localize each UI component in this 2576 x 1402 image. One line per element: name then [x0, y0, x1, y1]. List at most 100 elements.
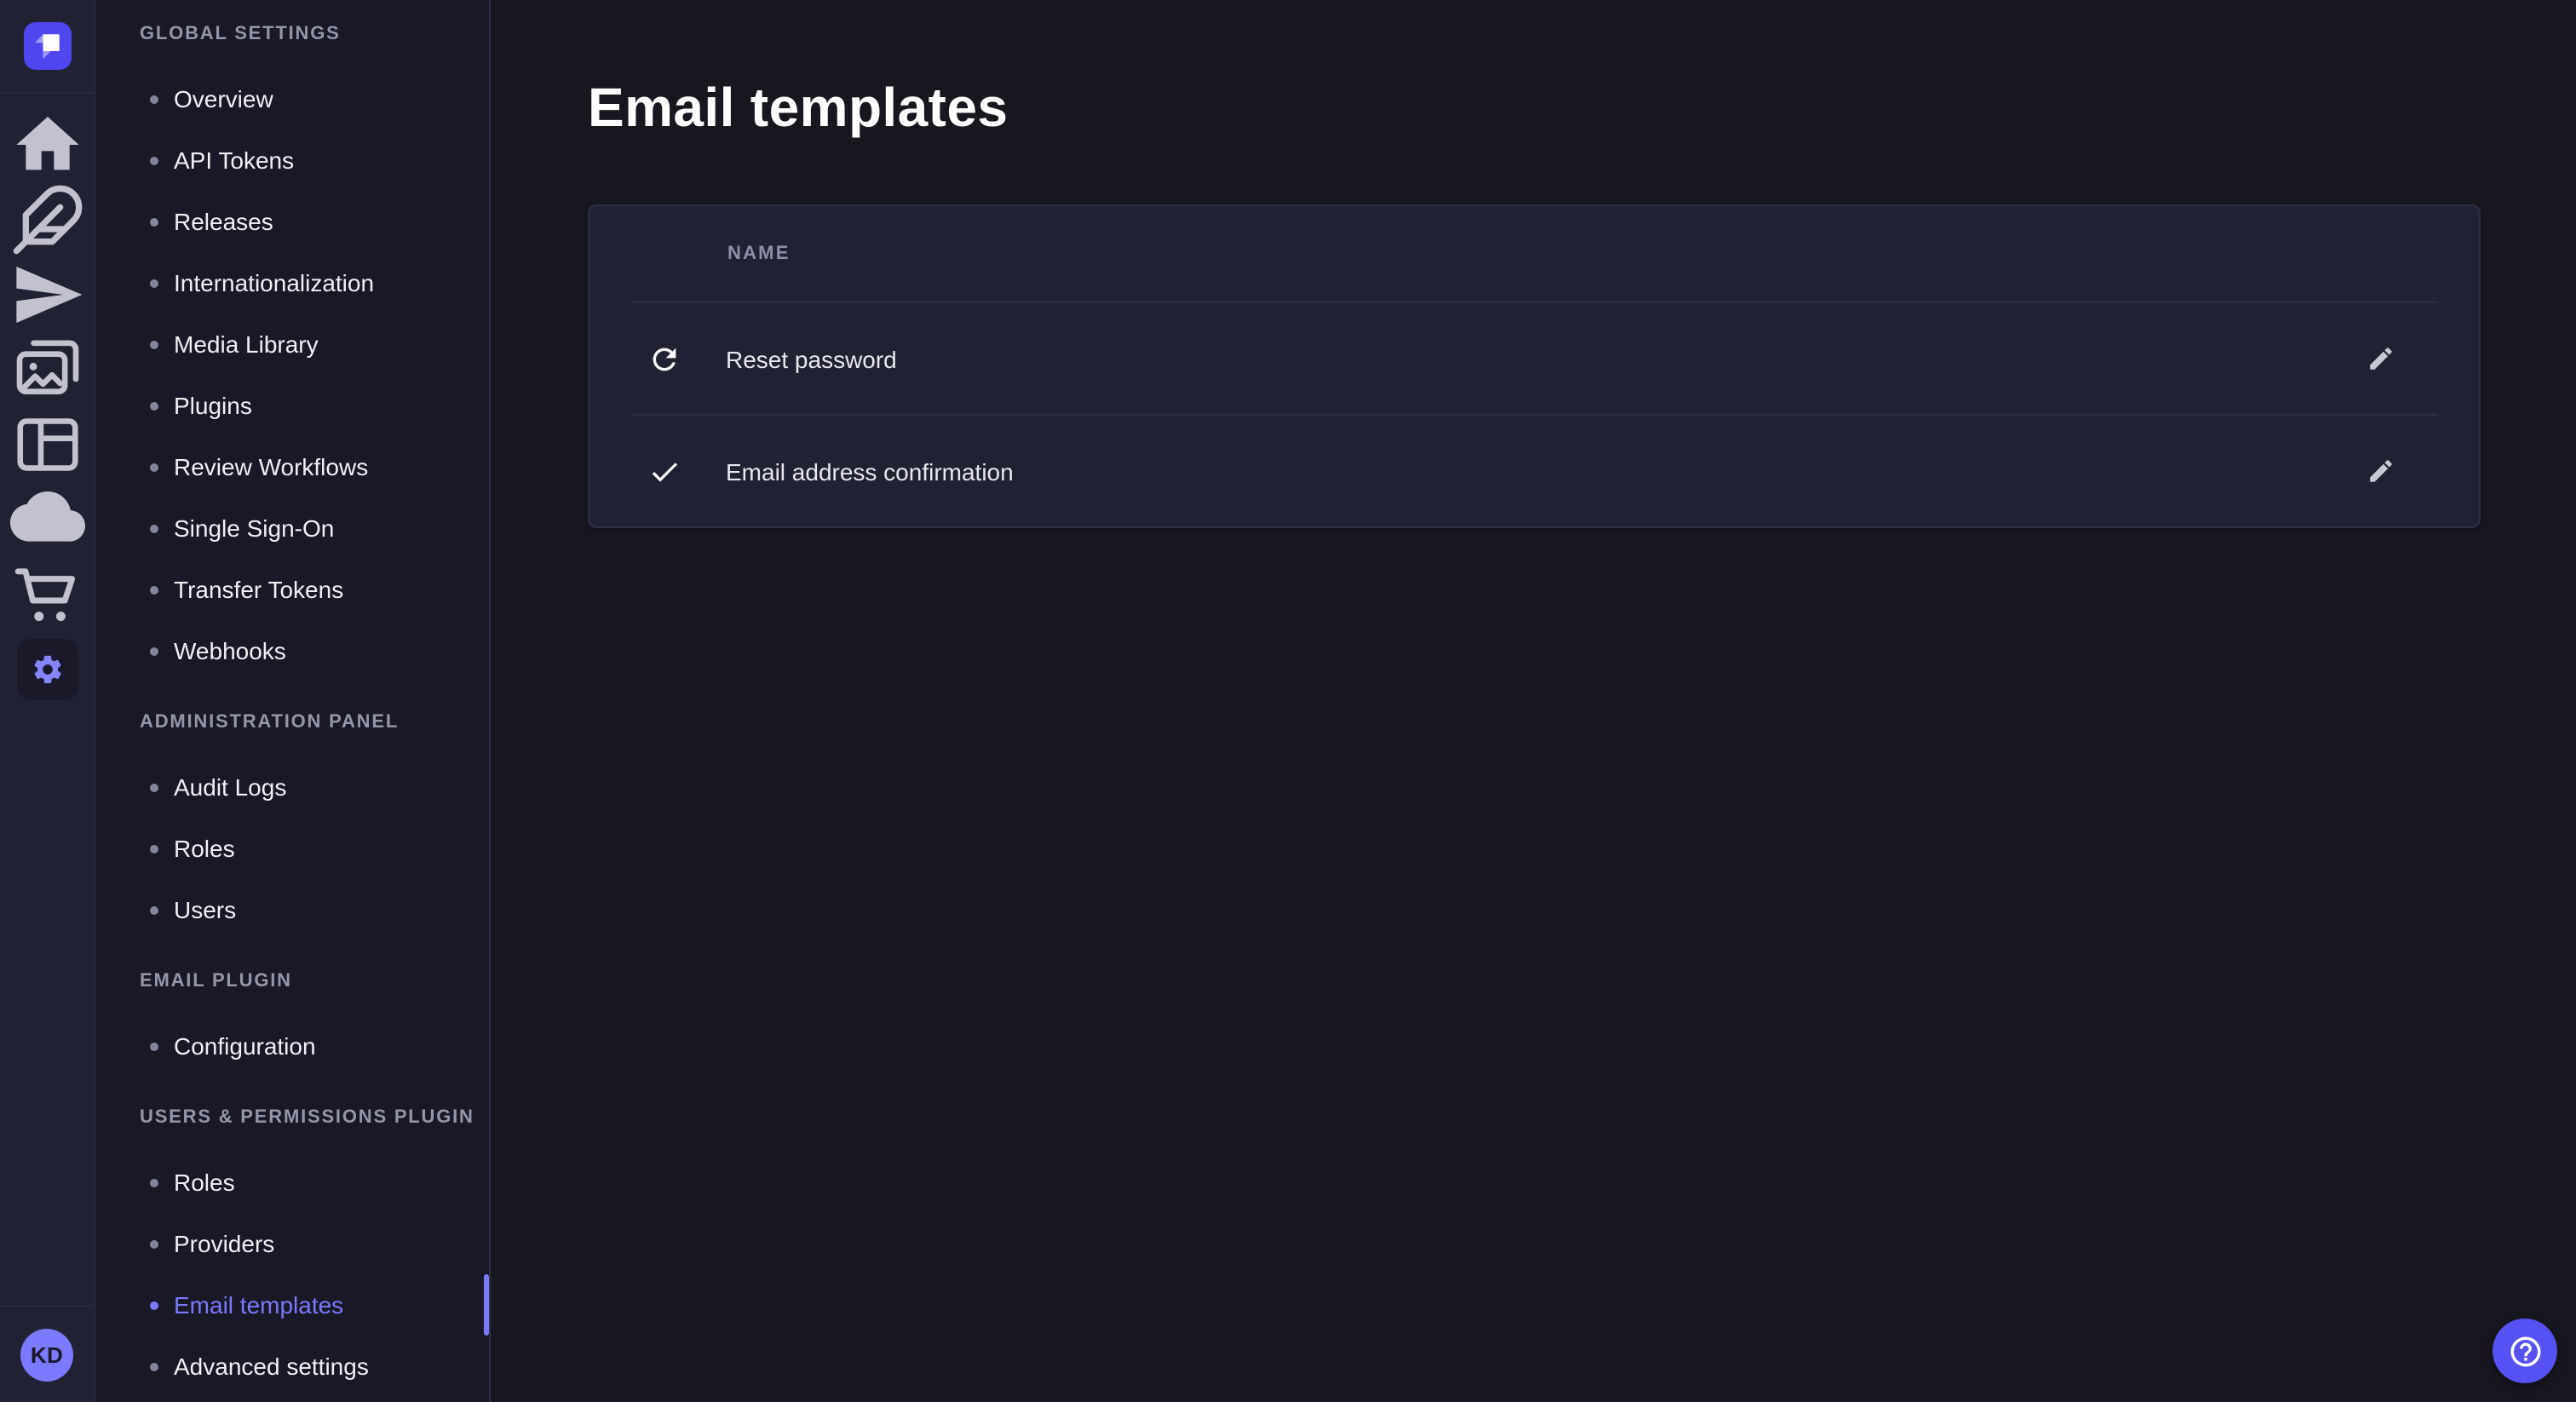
sidebar-item-users[interactable]: Users	[95, 879, 489, 940]
sidebar-item-configuration[interactable]: Configuration	[95, 1015, 489, 1077]
sidebar-item-label: Releases	[174, 208, 273, 235]
home-icon	[9, 107, 84, 182]
refresh-icon	[647, 342, 681, 376]
nav-section-title: GLOBAL SETTINGS	[95, 20, 489, 48]
rail-item-layout[interactable]	[9, 407, 84, 482]
nav-section-title: EMAIL PLUGIN	[95, 968, 489, 995]
icon-rail: KD	[0, 0, 95, 1402]
name-column-header: NAME	[727, 244, 791, 264]
feather-icon	[9, 182, 84, 257]
sidebar-item-overview[interactable]: Overview	[95, 68, 489, 129]
sidebar-item-label: Single Sign-On	[174, 514, 334, 542]
sidebar-item-label: Plugins	[174, 392, 252, 419]
sidebar-item-review-workflows[interactable]: Review Workflows	[95, 436, 489, 497]
bullet-icon	[150, 279, 158, 287]
sidebar-item-label: Configuration	[174, 1032, 316, 1060]
bullet-icon	[150, 905, 158, 914]
template-name: Email address confirmation	[726, 457, 2353, 485]
table-row: Reset password	[589, 303, 2479, 414]
edit-template-button[interactable]	[2353, 444, 2407, 498]
strapi-logo-button[interactable]	[23, 22, 71, 70]
main-content: Email templates NAME Reset password Email…	[491, 0, 2576, 1402]
question-circle-icon	[2507, 1333, 2543, 1369]
bullet-icon	[150, 217, 158, 226]
sidebar-item-label: Providers	[174, 1230, 274, 1257]
gear-icon	[30, 652, 64, 687]
nav-section-users-permissions-plugin: USERS & PERMISSIONS PLUGINRolesProviders…	[95, 1104, 489, 1397]
rail-item-cart[interactable]	[9, 557, 84, 632]
cloud-icon	[9, 482, 84, 557]
sidebar-item-roles[interactable]: Roles	[95, 818, 489, 879]
sidebar-item-webhooks[interactable]: Webhooks	[95, 620, 489, 681]
sidebar-item-media-library[interactable]: Media Library	[95, 313, 489, 375]
bullet-icon	[150, 783, 158, 791]
sidebar-item-transfer-tokens[interactable]: Transfer Tokens	[95, 559, 489, 620]
sidebar-item-providers[interactable]: Providers	[95, 1213, 489, 1274]
sidebar-item-api-tokens[interactable]: API Tokens	[95, 129, 489, 191]
paper-plane-icon	[9, 257, 84, 332]
rail-nav	[0, 94, 94, 707]
bullet-icon	[150, 646, 158, 655]
media-library-icon	[9, 332, 84, 407]
cart-icon	[9, 557, 84, 632]
sidebar-item-releases[interactable]: Releases	[95, 191, 489, 252]
sidebar-item-plugins[interactable]: Plugins	[95, 375, 489, 436]
bullet-icon	[150, 1239, 158, 1248]
sidebar-item-internationalization[interactable]: Internationalization	[95, 252, 489, 313]
bullet-icon	[150, 401, 158, 410]
rail-item-gear[interactable]	[9, 632, 84, 707]
rail-item-feather[interactable]	[9, 182, 84, 257]
sidebar-item-email-templates[interactable]: Email templates	[95, 1274, 489, 1336]
sidebar-item-label: Internationalization	[174, 269, 374, 296]
sidebar-item-label: Transfer Tokens	[174, 576, 343, 603]
strapi-admin-app: KD GLOBAL SETTINGS Overview API Tokens Rele…	[0, 0, 2576, 1402]
sidebar-item-audit-logs[interactable]: Audit Logs	[95, 756, 489, 818]
rail-item-cloud[interactable]	[9, 482, 84, 557]
help-button[interactable]	[2493, 1319, 2557, 1383]
table-row: Email address confirmation	[589, 416, 2479, 526]
bullet-icon	[150, 524, 158, 532]
rail-footer: KD	[0, 1305, 94, 1402]
sidebar-item-advanced-settings[interactable]: Advanced settings	[95, 1336, 489, 1397]
nav-section-global-settings: GLOBAL SETTINGS Overview API Tokens Release…	[95, 20, 489, 681]
sidebar-item-label: Email templates	[174, 1291, 343, 1319]
layout-icon	[9, 407, 84, 482]
rail-item-paper-plane[interactable]	[9, 257, 84, 332]
sidebar-item-label: Roles	[174, 1169, 235, 1196]
bullet-icon	[150, 1301, 158, 1309]
table-header-row: NAME	[589, 206, 2479, 302]
nav-section-administration-panel: ADMINISTRATION PANEL Audit Logs Roles Users	[95, 709, 489, 940]
bullet-icon	[150, 340, 158, 348]
sidebar-item-roles[interactable]: Roles	[95, 1152, 489, 1213]
edit-template-button[interactable]	[2353, 331, 2407, 386]
sidebar-item-label: Webhooks	[174, 637, 286, 664]
rail-logo-area	[0, 0, 94, 94]
sidebar-item-single-sign-on[interactable]: Single Sign-On	[95, 497, 489, 559]
bullet-icon	[150, 463, 158, 471]
pencil-icon	[2366, 344, 2395, 373]
nav-section-title: ADMINISTRATION PANEL	[95, 709, 489, 736]
bullet-icon	[150, 156, 158, 164]
sidebar-item-label: Overview	[174, 85, 273, 112]
check-icon	[647, 454, 681, 488]
active-indicator-bar	[484, 1274, 489, 1336]
settings-subnav: GLOBAL SETTINGS Overview API Tokens Release…	[95, 0, 491, 1402]
bullet-icon	[150, 1362, 158, 1370]
bullet-icon	[150, 1178, 158, 1187]
bullet-icon	[150, 844, 158, 853]
sidebar-item-label: Media Library	[174, 330, 319, 358]
avatar[interactable]: KD	[20, 1328, 73, 1381]
rail-item-home[interactable]	[9, 107, 84, 182]
rail-item-media-library[interactable]	[9, 332, 84, 407]
templates-card: NAME Reset password Email address confirm…	[588, 204, 2481, 528]
nav-section-email-plugin: EMAIL PLUGIN Configuration	[95, 968, 489, 1077]
page-title: Email templates	[588, 72, 2576, 143]
template-name: Reset password	[726, 345, 2353, 372]
sidebar-item-label: Roles	[174, 835, 235, 862]
strapi-logo-icon	[28, 27, 66, 65]
sidebar-item-label: Users	[174, 896, 236, 923]
sidebar-item-label: API Tokens	[174, 147, 294, 174]
sidebar-item-label: Audit Logs	[174, 773, 286, 801]
bullet-icon	[150, 1042, 158, 1050]
pencil-icon	[2366, 457, 2395, 486]
